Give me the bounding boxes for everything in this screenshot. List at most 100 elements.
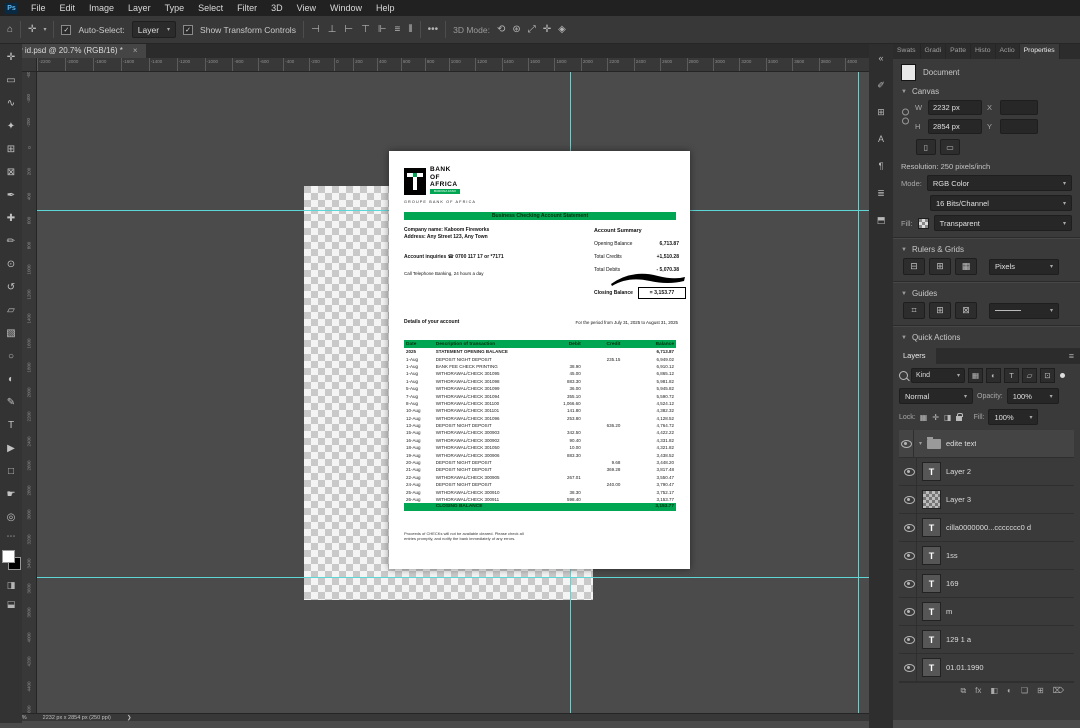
layer-row[interactable]: T 01.01.1990 [899,654,1074,682]
glyphs-panel-icon[interactable]: ≣ [872,186,890,200]
lock-all-icon[interactable] [955,413,963,421]
align-right-icon[interactable]: ⊢ [344,24,353,35]
tab-patte[interactable]: Patte [946,43,972,59]
align-top-icon[interactable]: ⊤ [361,24,370,35]
layer-row[interactable]: T 129 1 a [899,626,1074,654]
portrait-orientation-button[interactable]: ▯ [916,139,936,155]
tab-histo[interactable]: Histo [971,43,996,59]
drag-3d-icon[interactable]: ⤢ [528,24,536,35]
guides-section-header[interactable]: ▼ Guides [901,289,1072,298]
text-layer-thumbnail[interactable]: T [922,602,941,621]
link-layers-icon[interactable]: ⧉ [960,686,966,696]
expand-arrow-icon[interactable]: ▾ [919,440,922,447]
link-dimensions-icon[interactable] [901,107,910,127]
path-select-tool[interactable]: ▶ [0,437,22,460]
fill-dropdown[interactable]: Transparent ▾ [933,215,1072,231]
roll-3d-icon[interactable]: ⊛ [512,24,520,35]
auto-select-target-dropdown[interactable]: Layer ▾ [131,21,177,38]
menu-layer[interactable]: Layer [121,0,158,16]
libraries-panel-icon[interactable]: ⬒ [872,213,890,227]
landscape-orientation-button[interactable]: ▭ [940,139,960,155]
layer-row[interactable]: Tcilla0000000...ccccccc0 d [899,514,1074,542]
guide-vertical[interactable] [858,71,859,713]
eyedropper-tool[interactable]: ✒ [0,184,22,207]
text-layer-thumbnail[interactable]: T [922,630,941,649]
height-field[interactable]: 2854 px [928,119,982,134]
text-layer-thumbnail[interactable]: T [922,462,941,481]
brush-tool[interactable]: ✏ [0,230,22,253]
move-tool[interactable]: ✛ [0,46,22,69]
pen-tool[interactable]: ✎ [0,391,22,414]
foreground-color-swatch[interactable] [2,550,15,563]
add-guides-icon[interactable]: ⌗ [903,302,925,319]
eye-icon[interactable] [903,495,915,504]
eye-icon[interactable] [903,551,915,560]
slide-3d-icon[interactable]: ✛ [543,24,551,35]
clear-guides-icon[interactable]: ⊠ [955,302,977,319]
eye-icon[interactable] [903,607,915,616]
filter-type-layers-icon[interactable]: T [1004,368,1019,383]
canvas-area[interactable]: BANK OF AFRICA BURKINA FASO GROUPE BANK … [36,71,869,713]
eye-icon[interactable] [903,467,915,476]
horizontal-ruler[interactable]: -2200 -2000 -1800 -1600 -1400 -1200 -1000 -800-… [22,58,884,72]
dodge-tool[interactable]: ◐ [0,368,22,391]
menu-filter[interactable]: Filter [230,0,264,16]
layer-row[interactable]: T 1ss [899,542,1074,570]
filter-adjustment-layers-icon[interactable]: ◐ [986,368,1001,383]
magic-wand-tool[interactable]: ✦ [0,115,22,138]
collapse-panels-icon[interactable]: « [872,51,890,65]
new-layer-icon[interactable]: ⊞ [1037,686,1044,696]
align-bottom-icon[interactable]: ≡ [395,24,401,35]
layer-row[interactable]: Layer 3 [899,486,1074,514]
menu-window[interactable]: Window [323,0,369,16]
toggle-grid-icon[interactable]: ⊞ [929,258,951,275]
align-center-h-icon[interactable]: ⊥ [328,24,337,35]
filter-pixel-layers-icon[interactable]: ▦ [968,368,983,383]
menu-view[interactable]: View [290,0,323,16]
statement-document[interactable]: BANK OF AFRICA BURKINA FASO GROUPE BANK … [389,151,690,569]
menu-help[interactable]: Help [369,0,402,16]
menu-type[interactable]: Type [158,0,192,16]
history-brush-tool[interactable]: ↺ [0,276,22,299]
lock-artboard-icon[interactable]: ◨ [944,413,952,422]
type-tool[interactable]: T [0,414,22,437]
layer-fill-dropdown[interactable]: 100% ▾ [988,409,1039,425]
character-panel-icon[interactable]: A [872,132,890,146]
units-dropdown[interactable]: Pixels ▾ [989,258,1059,275]
filter-kind-dropdown[interactable]: Kind ▾ [911,368,965,383]
crop-tool[interactable]: ⊞ [0,138,22,161]
quick-mask-icon[interactable]: ◨ [7,580,16,591]
eye-icon[interactable] [903,663,915,672]
filter-shape-layers-icon[interactable]: ▱ [1022,368,1037,383]
filter-smart-objects-icon[interactable]: ⊡ [1040,368,1055,383]
layer-effects-icon[interactable]: fx [975,686,981,696]
guide-horizontal[interactable] [36,577,869,578]
text-layer-thumbnail[interactable]: T [922,574,941,593]
y-field[interactable] [1000,119,1038,134]
screen-mode-icon[interactable]: ⬓ [7,599,16,610]
more-options-icon[interactable]: ••• [428,24,439,35]
eye-icon[interactable] [903,635,915,644]
brush-settings-panel-icon[interactable]: ✐ [872,78,890,92]
distribute-icon[interactable]: ⫴ [408,24,412,35]
layer-row[interactable]: Tm [899,598,1074,626]
vertical-ruler[interactable]: -600 -400 -200 0 200 400 600 800 1000 1200 1400 160… [22,71,37,713]
blur-tool[interactable]: ○ [0,345,22,368]
filter-toggle-icon[interactable] [1060,373,1065,378]
show-transform-checkbox[interactable]: ✓ [183,24,194,35]
tab-swats[interactable]: Swats [893,43,921,59]
hand-tool[interactable]: ☛ [0,483,22,506]
layer-row[interactable]: ▾ edite text [899,430,1074,458]
clone-stamp-tool[interactable]: ⊙ [0,253,22,276]
layer-mask-icon[interactable]: ◧ [990,686,998,696]
panel-menu-icon[interactable]: ≡ [1069,351,1080,361]
tab-gradi[interactable]: Gradi [921,43,947,59]
paragraph-panel-icon[interactable]: ¶ [872,159,890,173]
delete-layer-icon[interactable]: ⌦ [1053,686,1064,696]
guide-layout-icon[interactable]: ⊞ [929,302,951,319]
lasso-tool[interactable]: ∿ [0,92,22,115]
frame-tool[interactable]: ⊠ [0,161,22,184]
text-layer-thumbnail[interactable]: T [922,518,941,537]
text-layer-thumbnail[interactable]: T [922,546,941,565]
new-group-icon[interactable]: ❏ [1021,686,1028,696]
